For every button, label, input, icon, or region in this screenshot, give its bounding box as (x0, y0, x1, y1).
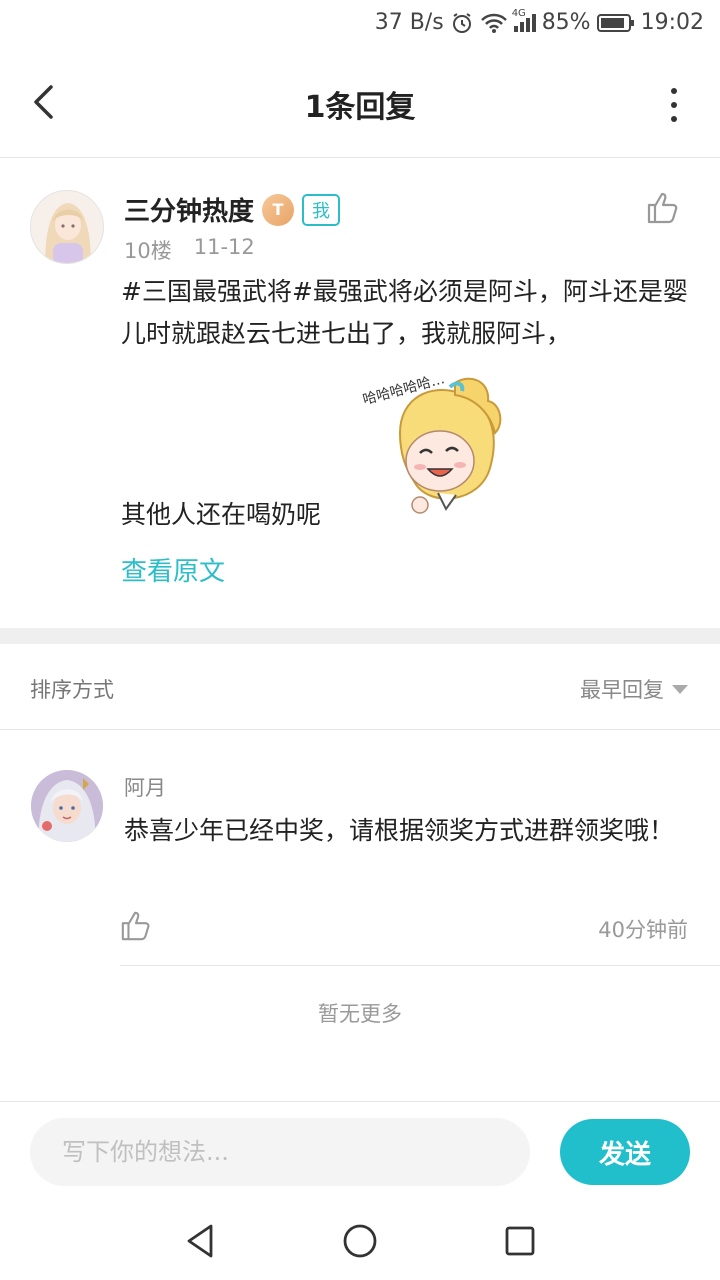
floor-number: 10楼 (124, 239, 172, 263)
battery-percent: 85% (541, 10, 591, 35)
main-post: 三分钟热度 T 我 10楼 11-12 #三国最强武将#最强武将必须是阿斗，阿斗… (0, 159, 720, 628)
nav-bar: 1条回复 (0, 50, 720, 158)
sort-label: 排序方式 (30, 678, 114, 702)
page-title: 1条回复 (304, 90, 416, 125)
system-nav-bar (0, 1201, 720, 1280)
reply-item: 阿月 恭喜少年已经中奖，请根据领奖方式进群领奖哦！ 40分钟前 (0, 730, 720, 966)
network-speed: 37 B/s (374, 10, 444, 35)
alarm-icon (450, 11, 474, 35)
post-meta: 10楼 11-12 (124, 235, 255, 265)
network-type: 4G (511, 7, 526, 19)
signal-icon: 4G (512, 8, 536, 32)
clock: 19:02 (640, 10, 704, 35)
thumbs-up-icon (121, 911, 150, 941)
triangle-back-icon (187, 1224, 213, 1258)
battery-icon (596, 13, 635, 33)
post-text: #三国最强武将#最强武将必须是阿斗，阿斗还是婴儿时就跟赵云七进七出了，我就服阿斗… (121, 277, 688, 348)
circle-home-icon (343, 1224, 377, 1258)
status-indicators: 37 B/s 4G 85% 19:02 (374, 8, 704, 36)
status-bar: 37 B/s 4G 85% 19:02 (0, 0, 720, 50)
comment-composer: 发送 (0, 1101, 720, 1201)
more-dot-icon (671, 88, 677, 94)
reply-author-avatar[interactable] (31, 770, 103, 842)
wifi-icon (480, 12, 508, 34)
view-original-link[interactable]: 查看原文 (121, 551, 225, 588)
reply-timestamp: 40分钟前 (598, 918, 688, 942)
me-badge: 我 (302, 193, 341, 226)
post-text-continued: 其他人还在喝奶呢 (121, 500, 322, 529)
send-button[interactable]: 发送 (560, 1119, 690, 1185)
reply-divider (120, 965, 720, 966)
caret-down-icon (672, 684, 688, 694)
system-back-button[interactable] (180, 1221, 220, 1261)
thumbs-up-icon (647, 192, 678, 224)
sort-dropdown[interactable]: 最早回复 (580, 674, 688, 704)
reply-text: 恭喜少年已经中奖，请根据领奖方式进群领奖哦！ (124, 816, 675, 845)
post-like-button[interactable] (646, 191, 680, 225)
system-home-button[interactable] (340, 1221, 380, 1261)
system-recents-button[interactable] (500, 1221, 540, 1261)
author-avatar[interactable] (30, 190, 104, 264)
no-more-text: 暂无更多 (318, 1002, 402, 1026)
reply-author-name[interactable]: 阿月 (124, 772, 166, 802)
laughing-sticker-image: 哈哈哈哈哈… (360, 371, 515, 523)
sort-row: 排序方式 最早回复 (0, 644, 720, 730)
more-dot-icon (671, 102, 677, 108)
level-badge: T (262, 193, 295, 226)
more-menu-button[interactable] (664, 88, 684, 122)
more-dot-icon (671, 116, 677, 122)
author-name[interactable]: 三分钟热度 (124, 191, 254, 228)
post-date: 11-12 (193, 235, 255, 259)
sort-selected-value: 最早回复 (580, 678, 664, 702)
author-row: 三分钟热度 T 我 (124, 191, 341, 228)
comment-input[interactable] (30, 1118, 530, 1186)
section-divider (0, 628, 720, 644)
reply-like-button[interactable] (120, 910, 152, 942)
square-recents-icon (505, 1226, 535, 1256)
